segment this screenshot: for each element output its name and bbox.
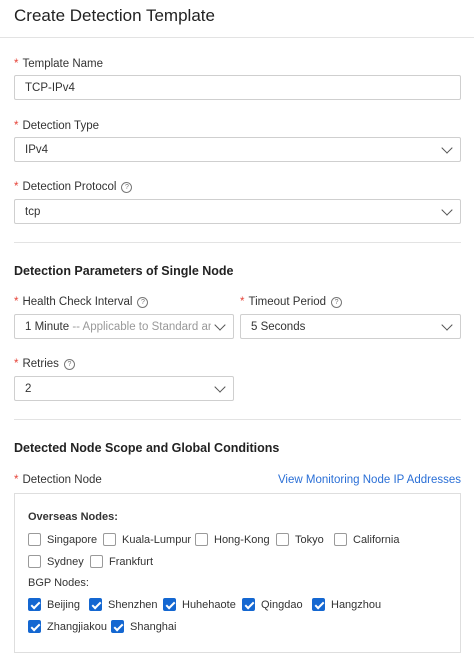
check-icon bbox=[28, 598, 41, 611]
dialog-title: Create Detection Template bbox=[14, 6, 215, 25]
check-icon bbox=[89, 598, 102, 611]
checkbox-hangzhou[interactable]: Hangzhou bbox=[312, 598, 381, 611]
checkbox-beijing[interactable]: Beijing bbox=[28, 598, 80, 611]
help-icon[interactable]: ? bbox=[137, 297, 149, 308]
detection-type-select[interactable]: IPv4 bbox=[14, 137, 461, 162]
check-icon bbox=[28, 620, 41, 633]
detection-protocol-select[interactable]: tcp bbox=[14, 199, 461, 224]
checkbox-frankfurt[interactable]: Frankfurt bbox=[90, 555, 153, 568]
checkbox-singapore[interactable]: Singapore bbox=[28, 533, 97, 546]
timeout-select[interactable]: 5 Seconds bbox=[240, 314, 461, 339]
overseas-nodes-label: Overseas Nodes: bbox=[28, 511, 118, 523]
checkbox-shenzhen[interactable]: Shenzhen bbox=[89, 598, 158, 611]
template-name-label: * Template Name bbox=[14, 58, 104, 70]
checkbox-kuala-lumpur[interactable]: Kuala-Lumpur bbox=[103, 533, 191, 546]
single-node-heading: Detection Parameters of Single Node bbox=[14, 264, 234, 278]
checkbox-huhehaote[interactable]: Huhehaote bbox=[163, 598, 236, 611]
detection-protocol-label: * Detection Protocol? bbox=[14, 181, 133, 193]
check-icon bbox=[242, 598, 255, 611]
help-icon[interactable]: ? bbox=[63, 359, 75, 370]
checkbox-sydney[interactable]: Sydney bbox=[28, 555, 84, 568]
checkbox-qingdao[interactable]: Qingdao bbox=[242, 598, 303, 611]
detection-node-label: * Detection Node bbox=[14, 474, 102, 486]
bgp-nodes-label: BGP Nodes: bbox=[28, 577, 89, 589]
check-icon bbox=[111, 620, 124, 633]
checkbox-zhangjiakou[interactable]: Zhangjiakou bbox=[28, 620, 107, 633]
retries-select[interactable]: 2 bbox=[14, 376, 234, 401]
checkbox-california[interactable]: California bbox=[334, 533, 399, 546]
chevron-down-icon bbox=[214, 318, 226, 331]
header-divider bbox=[0, 37, 474, 38]
section-divider bbox=[14, 242, 461, 243]
health-check-select[interactable]: 1 Minute -- Applicable to Standard and U… bbox=[14, 314, 234, 339]
scope-heading: Detected Node Scope and Global Condition… bbox=[14, 441, 280, 455]
checkbox-hong-kong[interactable]: Hong-Kong bbox=[195, 533, 270, 546]
help-icon[interactable]: ? bbox=[331, 297, 343, 308]
help-icon[interactable]: ? bbox=[121, 182, 133, 193]
view-node-ips-link[interactable]: View Monitoring Node IP Addresses bbox=[278, 474, 461, 486]
checkbox-shanghai[interactable]: Shanghai bbox=[111, 620, 177, 633]
timeout-label: * Timeout Period? bbox=[240, 296, 343, 308]
check-icon bbox=[312, 598, 325, 611]
health-check-label: * Health Check Interval? bbox=[14, 296, 149, 308]
check-icon bbox=[163, 598, 176, 611]
detection-type-label: * Detection Type bbox=[14, 120, 99, 132]
template-name-input[interactable]: TCP-IPv4 bbox=[14, 75, 461, 100]
detection-node-panel: Overseas Nodes: Singapore Kuala-Lumpur H… bbox=[14, 493, 461, 653]
retries-label: * Retries? bbox=[14, 358, 75, 370]
checkbox-tokyo[interactable]: Tokyo bbox=[276, 533, 324, 546]
section-divider bbox=[14, 419, 461, 420]
